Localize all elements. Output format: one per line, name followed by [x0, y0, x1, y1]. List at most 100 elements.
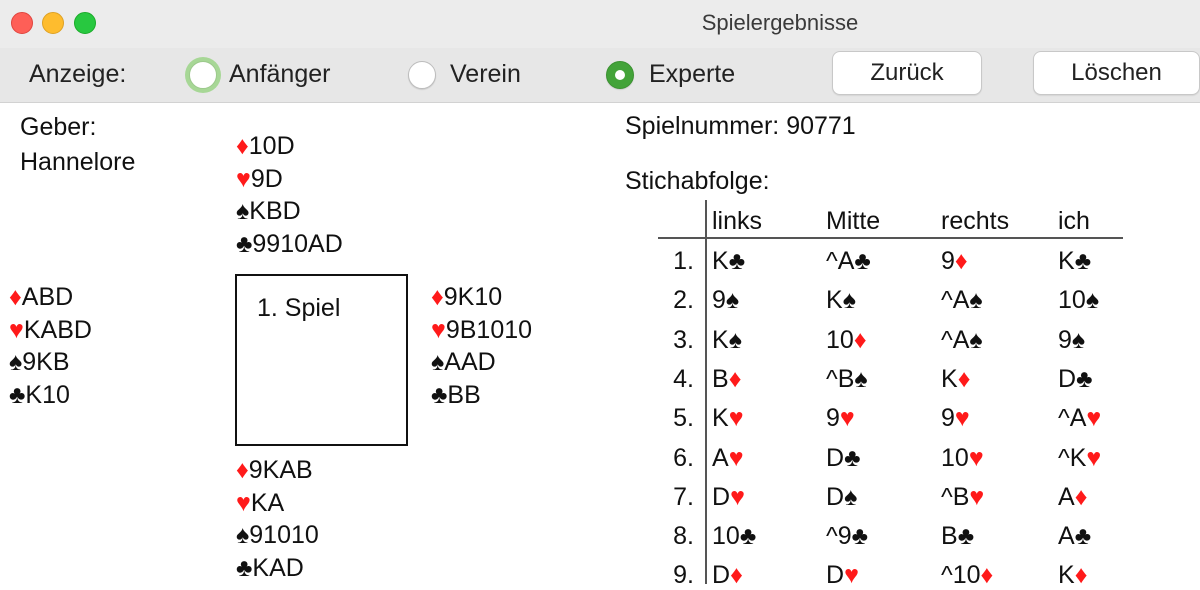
- hearts-suit-icon: ♥: [9, 315, 24, 344]
- trick-card-rank: B: [941, 522, 958, 551]
- trick-cell: K♦: [1058, 561, 1087, 590]
- spades-suit-icon: ♠: [725, 286, 740, 315]
- radio-anfaenger-label[interactable]: Anfänger: [229, 60, 330, 89]
- trick-cell: B♣: [941, 522, 974, 551]
- clubs-suit-icon: ♣: [854, 247, 871, 275]
- trick-card-rank: ^B: [826, 364, 855, 393]
- hearts-suit-icon: ♥: [1086, 404, 1102, 433]
- trick-card-rank: K: [1058, 561, 1075, 590]
- header-mitte: Mitte: [826, 207, 881, 235]
- trick-card-rank: B: [712, 364, 729, 393]
- title-bar: Spielergebnisse: [0, 0, 1200, 48]
- hand-bottom-diamonds: ♦9KAB: [236, 454, 319, 487]
- hand-left-clubs: ♣K10: [9, 379, 92, 412]
- trick-card-rank: D: [1058, 364, 1077, 393]
- hand-cards: 9910AD: [252, 229, 343, 258]
- trick-cell: K♠: [826, 286, 856, 315]
- trick-cell: 9♠: [712, 286, 739, 315]
- trick-cell: D♦: [712, 561, 743, 590]
- hand-cards: KA: [250, 488, 285, 517]
- trick-card-rank: 9: [826, 404, 840, 433]
- trick-row-number: 4.: [673, 364, 694, 393]
- trick-card-rank: 10: [712, 522, 740, 551]
- trick-cell: K♠: [712, 326, 742, 355]
- clubs-suit-icon: ♣: [9, 380, 26, 409]
- trick-cell: D♥: [826, 561, 859, 590]
- trick-cell: ^10♦: [941, 561, 993, 590]
- trick-card-rank: D: [826, 561, 845, 590]
- spades-suit-icon: ♠: [728, 325, 742, 354]
- trick-cell: ^K♥: [1058, 444, 1101, 473]
- trick-cell: A♥: [712, 444, 744, 473]
- trick-card-rank: 9: [1058, 325, 1072, 354]
- hand-cards: 9B1010: [445, 315, 533, 344]
- table-column-divider: [705, 200, 707, 584]
- hand-left-spades: ♠9KB: [9, 346, 92, 379]
- trick-card-rank: 9: [712, 286, 726, 315]
- trick-card-rank: ^K: [1058, 443, 1087, 472]
- spades-suit-icon: ♠: [854, 364, 868, 393]
- hand-cards: 9K10: [443, 283, 503, 311]
- radio-verein-label[interactable]: Verein: [450, 60, 521, 89]
- spades-suit-icon: ♠: [842, 286, 856, 315]
- trick-card-rank: K: [712, 247, 729, 275]
- clubs-suit-icon: ♣: [1074, 522, 1092, 551]
- hearts-suit-icon: ♥: [728, 404, 744, 433]
- hand-cards: 10D: [248, 132, 295, 160]
- trick-cell: 10♣: [712, 522, 756, 551]
- hand-cards: ABD: [21, 283, 74, 311]
- hand-cards: 91010: [249, 521, 319, 549]
- hearts-suit-icon: ♥: [730, 482, 745, 511]
- trick-card-rank: 9: [941, 404, 955, 433]
- clubs-suit-icon: ♣: [957, 522, 975, 551]
- trick-card-rank: ^A: [941, 286, 970, 315]
- trick-card-rank: D: [826, 482, 845, 511]
- trick-card-rank: D: [826, 443, 845, 472]
- hearts-suit-icon: ♥: [954, 404, 970, 433]
- hand-cards: K10: [25, 380, 70, 409]
- spielnummer: Spielnummer: 90771: [625, 112, 856, 141]
- hand-bottom-hearts: ♥KA: [236, 487, 319, 520]
- stichabfolge-label: Stichabfolge:: [625, 167, 770, 195]
- trick-cell: B♦: [712, 365, 741, 394]
- trick-card-rank: K: [941, 364, 958, 393]
- trick-cell: 10♦: [826, 326, 867, 355]
- hand-top-clubs: ♣9910AD: [236, 228, 343, 261]
- diamonds-suit-icon: ♦: [980, 561, 994, 590]
- spades-suit-icon: ♠: [236, 197, 250, 225]
- trick-cell: K♣: [712, 247, 745, 276]
- trick-card-rank: ^B: [941, 482, 970, 511]
- trick-row-number: 7.: [673, 482, 694, 511]
- trick-card-rank: 10: [826, 325, 854, 354]
- trick-card-rank: K: [826, 286, 843, 315]
- radio-verein[interactable]: [408, 61, 436, 89]
- trick-cell: 10♠: [1058, 286, 1099, 315]
- trick-row-number: 9.: [673, 561, 694, 590]
- delete-button[interactable]: Löschen: [1033, 51, 1200, 95]
- radio-anfaenger[interactable]: [189, 61, 217, 89]
- trick-cell: ^B♥: [941, 483, 984, 512]
- trick-card-rank: K: [1058, 247, 1075, 275]
- hand-cards: AAD: [444, 348, 496, 376]
- clubs-suit-icon: ♣: [431, 380, 448, 409]
- back-button[interactable]: Zurück: [832, 51, 982, 95]
- radio-experte[interactable]: [606, 61, 634, 89]
- trick-row-number: 1.: [673, 247, 694, 275]
- trick-row-number: 3.: [673, 325, 694, 354]
- diamonds-suit-icon: ♦: [728, 364, 742, 393]
- window-title: Spielergebnisse: [701, 10, 859, 35]
- diamonds-suit-icon: ♦: [9, 283, 22, 311]
- hand-top-diamonds: ♦10D: [236, 130, 343, 163]
- trick-card-rank: D: [712, 482, 731, 511]
- clubs-suit-icon: ♣: [739, 522, 757, 551]
- hand-right-diamonds: ♦9K10: [431, 281, 532, 314]
- hand-right-clubs: ♣BB: [431, 379, 532, 412]
- hand-top-spades: ♠KBD: [236, 195, 343, 228]
- clubs-suit-icon: ♣: [728, 247, 746, 275]
- diamonds-suit-icon: ♦: [236, 132, 249, 160]
- radio-experte-label[interactable]: Experte: [649, 60, 735, 89]
- hand-left-hearts: ♥KABD: [9, 314, 92, 347]
- trick-row-number: 6.: [673, 443, 694, 472]
- trick-card-rank: K: [712, 404, 729, 433]
- hand-bottom-spades: ♠91010: [236, 519, 319, 552]
